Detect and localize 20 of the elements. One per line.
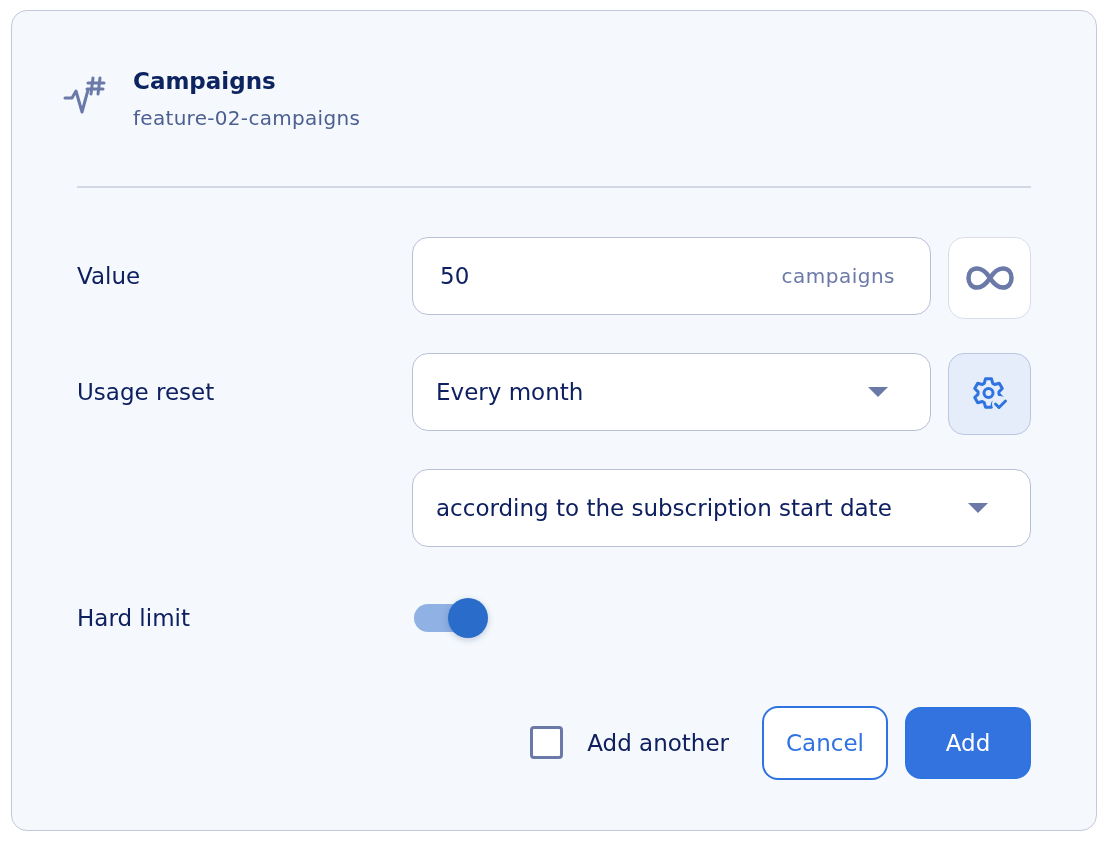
toggle-switch[interactable] bbox=[414, 597, 488, 638]
settings-button[interactable] bbox=[948, 352, 1031, 435]
unit-suffix: campaigns bbox=[781, 263, 895, 288]
gear-check-icon bbox=[971, 375, 1008, 412]
dropdown[interactable]: Every month bbox=[412, 352, 931, 431]
infinity-icon bbox=[965, 265, 1014, 290]
caret-icon bbox=[968, 502, 988, 513]
number-field[interactable]: 50 campaigns bbox=[412, 236, 931, 315]
dropdown[interactable]: according to the subscription start date bbox=[412, 468, 1031, 547]
field-label: Value bbox=[77, 262, 141, 289]
cancel-button[interactable]: Cancel bbox=[762, 705, 888, 780]
checkbox-label: Add another bbox=[587, 729, 729, 756]
field-label: Hard limit bbox=[77, 604, 190, 631]
dialog-title: Campaigns bbox=[133, 67, 277, 95]
feature-key: feature-02-campaigns bbox=[133, 105, 361, 131]
caret-icon bbox=[868, 386, 888, 397]
unlimited-button[interactable] bbox=[948, 236, 1031, 319]
field-label: Usage reset bbox=[77, 378, 215, 405]
add-button[interactable]: Add bbox=[905, 706, 1031, 779]
checkbox[interactable] bbox=[530, 726, 564, 759]
